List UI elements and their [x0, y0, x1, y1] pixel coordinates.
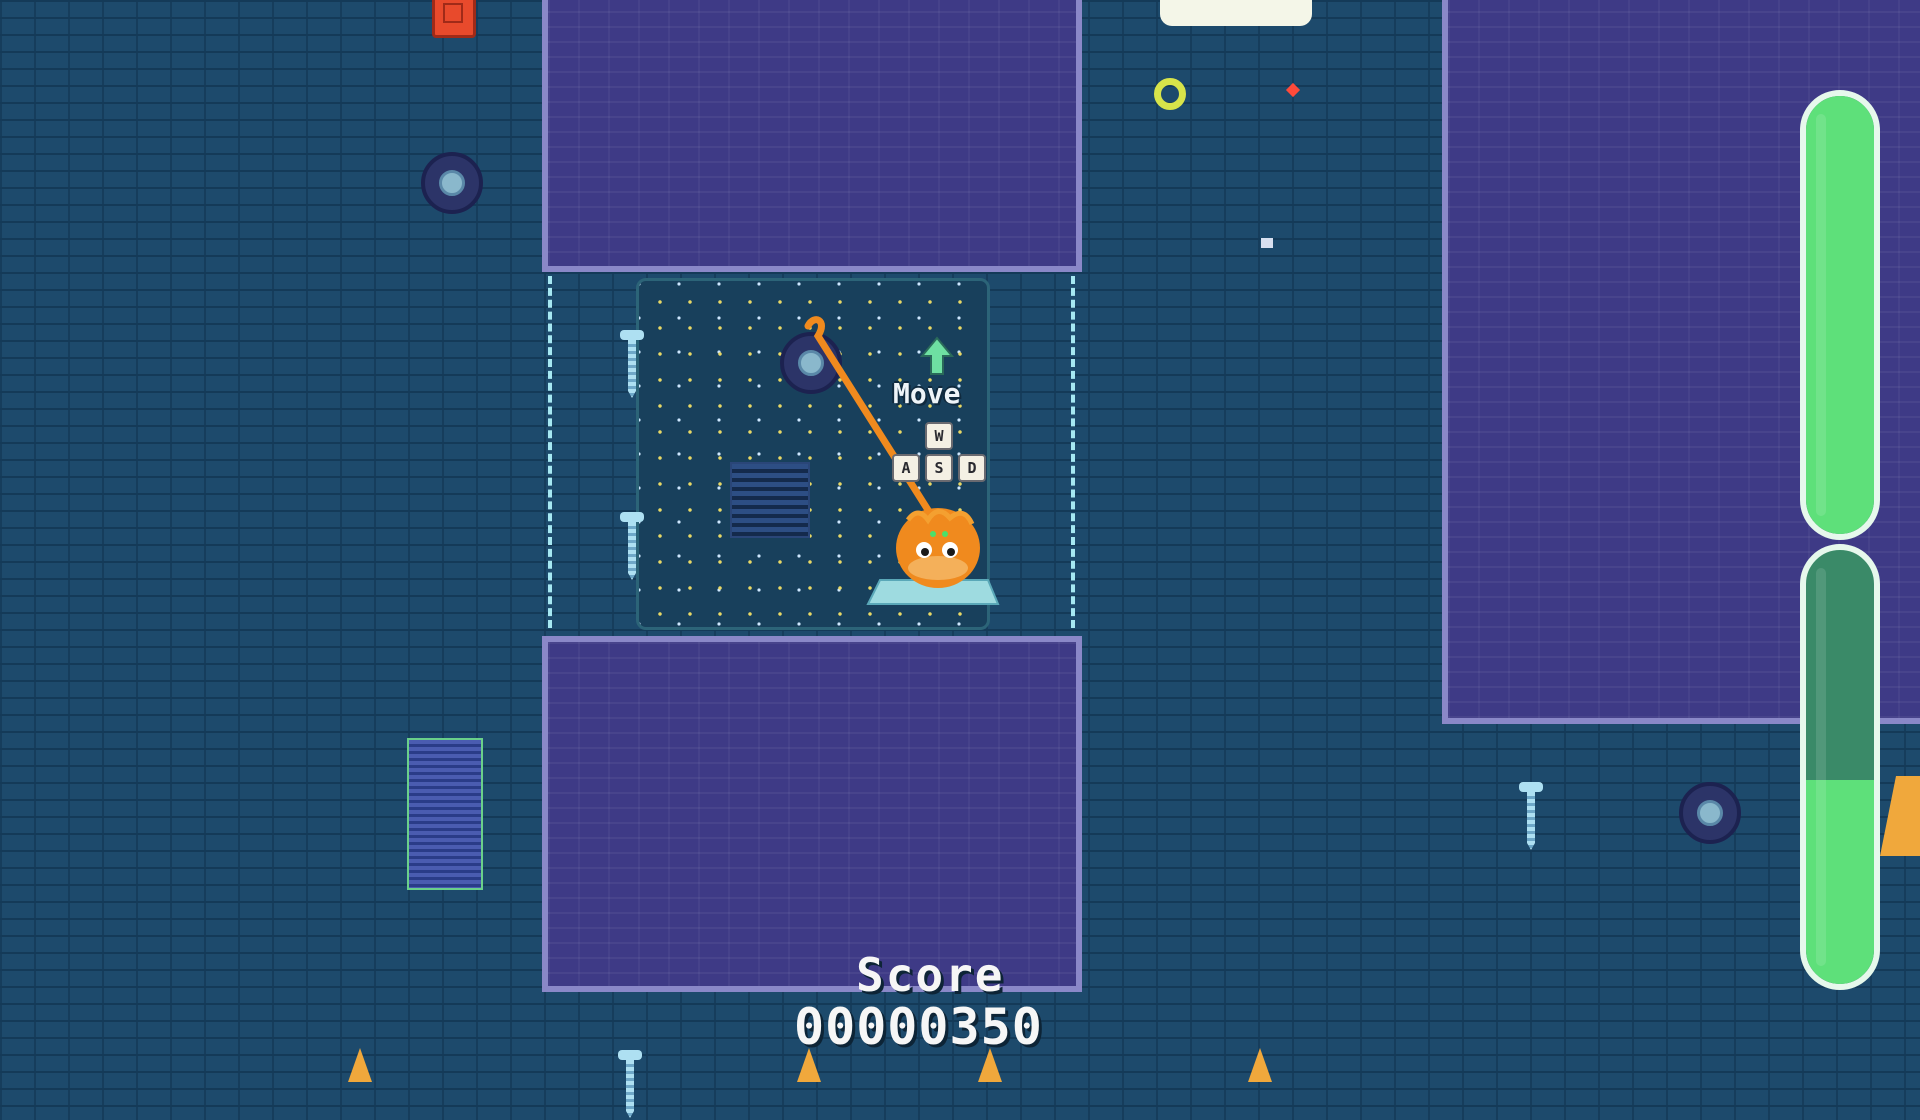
key-w: W — [925, 422, 953, 450]
bolt-icon — [1261, 238, 1273, 248]
gem-icon — [1285, 82, 1301, 98]
arrow-up-icon — [920, 336, 954, 375]
battery-pack-icon — [407, 738, 483, 890]
dashed-boundary-right — [1071, 276, 1075, 628]
screw-icon — [618, 1050, 642, 1120]
wall-block-top — [542, 0, 1082, 272]
top-panel — [1160, 0, 1312, 26]
key-d: D — [958, 454, 986, 482]
energy-bar-upper — [1800, 90, 1880, 540]
wall-block-bottom — [542, 636, 1082, 992]
ring-icon — [1154, 78, 1186, 110]
cone-icon — [348, 1048, 372, 1082]
wheel-icon — [1679, 782, 1741, 844]
key-s: S — [925, 454, 953, 482]
energy-bar-lower — [1800, 544, 1880, 990]
screw-icon — [620, 512, 644, 582]
score-value: 00000350 — [794, 998, 1043, 1056]
screw-icon — [1519, 782, 1543, 852]
fuel-can-icon — [432, 0, 476, 38]
enemy-sprite — [1880, 776, 1920, 856]
wheel-icon — [421, 152, 483, 214]
move-hint-label: Move — [893, 377, 961, 410]
dashed-boundary-left — [548, 276, 552, 628]
screw-icon — [620, 330, 644, 400]
key-a: A — [892, 454, 920, 482]
cone-icon — [1248, 1048, 1272, 1082]
score-label: Score — [856, 948, 1005, 1002]
